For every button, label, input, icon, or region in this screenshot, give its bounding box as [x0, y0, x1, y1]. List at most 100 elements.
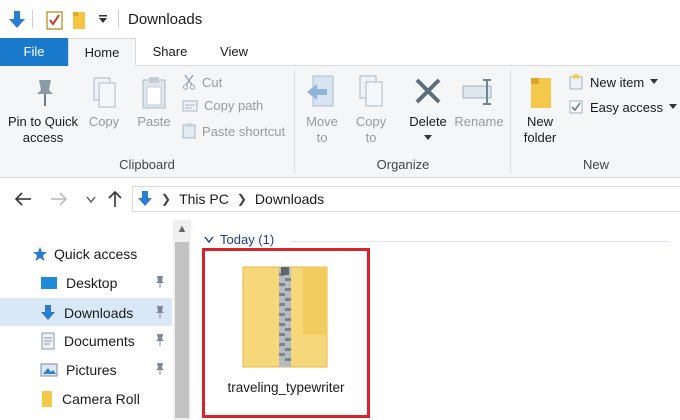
customize-toolbar-dropdown-icon[interactable] [98, 14, 108, 24]
nav-item-quick-access[interactable]: Quick access [0, 240, 172, 268]
organize-group-label: Organize [376, 157, 430, 172]
new-folder-button[interactable]: New folder [516, 74, 564, 146]
pinned-icon[interactable] [154, 333, 166, 347]
recent-locations-chevron-icon[interactable] [86, 196, 96, 204]
delete-label: Delete [409, 114, 447, 129]
star-icon [33, 247, 47, 261]
window-title: Downloads [128, 11, 203, 28]
easy-access-icon [569, 100, 583, 114]
breadcrumb-downloads[interactable]: Downloads [255, 191, 324, 207]
forward-arrow-icon[interactable] [50, 192, 68, 206]
nav-item-label: Desktop [66, 275, 118, 291]
paste-shortcut-icon [182, 123, 196, 139]
tab-file[interactable]: File [0, 38, 68, 66]
nav-item-pictures[interactable]: Pictures [0, 356, 172, 384]
downloads-arrow-icon[interactable] [8, 10, 26, 30]
nav-item-downloads[interactable]: Downloads [0, 298, 172, 326]
breadcrumb-chevron-icon: ❯ [236, 192, 247, 206]
new-group-label: New [582, 157, 609, 172]
nav-item-label: Quick access [54, 246, 138, 262]
properties-checklist-icon[interactable] [46, 10, 64, 30]
scroll-thumb[interactable] [175, 242, 189, 418]
copy-label: Copy [88, 114, 120, 129]
new-item-dropdown-icon [650, 79, 659, 84]
move-to-button[interactable]: Move to [300, 74, 344, 146]
group-header-label: Today (1) [220, 232, 275, 247]
paste-shortcut-label: Paste shortcut [202, 123, 286, 139]
collapse-chevron-icon [204, 236, 214, 243]
downloads-folder-icon [41, 304, 55, 320]
nav-item-desktop[interactable]: Desktop [0, 269, 172, 297]
move-to-label-1: Move [306, 114, 338, 129]
tab-share[interactable]: Share [140, 38, 200, 66]
cut-button[interactable]: Cut [182, 74, 222, 90]
paste-button[interactable]: Paste [132, 76, 176, 130]
pin-label-1: Pin to Quick [7, 114, 79, 129]
scroll-up-arrow-icon[interactable]: ▲ [176, 224, 188, 235]
easy-access-label: Easy access [590, 99, 663, 115]
new-item-label: New item [590, 74, 645, 90]
file-list: Today (1) traveling_typewriter [192, 220, 680, 420]
paste-shortcut-button[interactable]: Paste shortcut [182, 123, 285, 139]
back-arrow-icon[interactable] [14, 192, 32, 206]
up-arrow-icon[interactable] [108, 190, 122, 208]
group-divider [290, 241, 670, 242]
delete-x-icon [415, 78, 441, 104]
delete-button[interactable]: Delete [404, 74, 452, 146]
documents-folder-icon [41, 332, 55, 350]
ribbon: Pin to Quick access Copy Paste Cut Copy … [0, 66, 680, 178]
scissors-icon [182, 74, 196, 90]
downloads-location-icon [138, 191, 152, 206]
nav-item-label: Downloads [64, 304, 134, 321]
pin-to-quick-access-button[interactable]: Pin to Quick access [4, 76, 82, 146]
cut-label: Cut [202, 74, 223, 90]
address-bar[interactable]: ❯ This PC ❯ Downloads [132, 186, 680, 212]
copy-button[interactable]: Copy [84, 76, 124, 130]
breadcrumb-chevron-icon: ❯ [161, 192, 172, 206]
copy-to-label-2: to [365, 130, 377, 145]
copy-to-icon [359, 75, 383, 107]
nav-item-documents[interactable]: Documents [0, 327, 172, 355]
new-folder-quick-icon[interactable] [72, 10, 86, 30]
tab-home[interactable]: Home [68, 38, 136, 67]
move-to-icon [307, 75, 334, 107]
delete-dropdown-icon [424, 135, 432, 140]
file-name-label: traveling_typewriter [227, 380, 345, 395]
pin-label-2: access [22, 130, 64, 145]
title-bar: Downloads [0, 0, 680, 40]
copy-to-label-1: Copy [355, 114, 387, 129]
nav-item-label: Documents [64, 333, 135, 349]
new-item-button[interactable]: New item [568, 74, 659, 90]
pinned-icon[interactable] [154, 275, 166, 289]
rename-button[interactable]: Rename [452, 74, 506, 130]
pictures-folder-icon [40, 363, 58, 377]
new-folder-label-1: New [526, 114, 553, 129]
navigation-pane: Quick access Desktop Downloads Documents… [0, 220, 192, 420]
rename-label: Rename [454, 114, 504, 129]
nav-item-label: Camera Roll [62, 391, 140, 407]
paste-clipboard-icon [142, 77, 166, 109]
title-separator-2 [118, 10, 119, 28]
paste-label: Paste [137, 114, 171, 129]
easy-access-button[interactable]: Easy access [568, 99, 677, 115]
copy-path-label: Copy path [204, 98, 264, 113]
new-folder-label-2: folder [523, 130, 557, 145]
nav-item-camera-roll[interactable]: Camera Roll [0, 385, 172, 413]
copy-path-icon [182, 100, 198, 111]
move-to-label-2: to [316, 130, 328, 145]
file-item-zip[interactable]: traveling_typewriter [202, 248, 370, 418]
group-header-today[interactable]: Today (1) [204, 232, 274, 247]
breadcrumb-this-pc[interactable]: This PC [179, 191, 229, 207]
tab-view[interactable]: View [206, 38, 262, 66]
pinned-icon[interactable] [154, 305, 166, 319]
zip-folder-icon [242, 266, 328, 368]
desktop-folder-icon [41, 277, 57, 289]
copy-to-button[interactable]: Copy to [350, 74, 392, 146]
rename-icon [462, 79, 492, 105]
copy-path-button[interactable]: Copy path [182, 98, 263, 113]
title-separator [32, 10, 33, 28]
ribbon-separator-2 [510, 70, 511, 174]
easy-access-dropdown-icon [668, 104, 677, 109]
navpane-scrollbar[interactable]: ▲ [173, 220, 191, 420]
pinned-icon[interactable] [154, 362, 166, 376]
